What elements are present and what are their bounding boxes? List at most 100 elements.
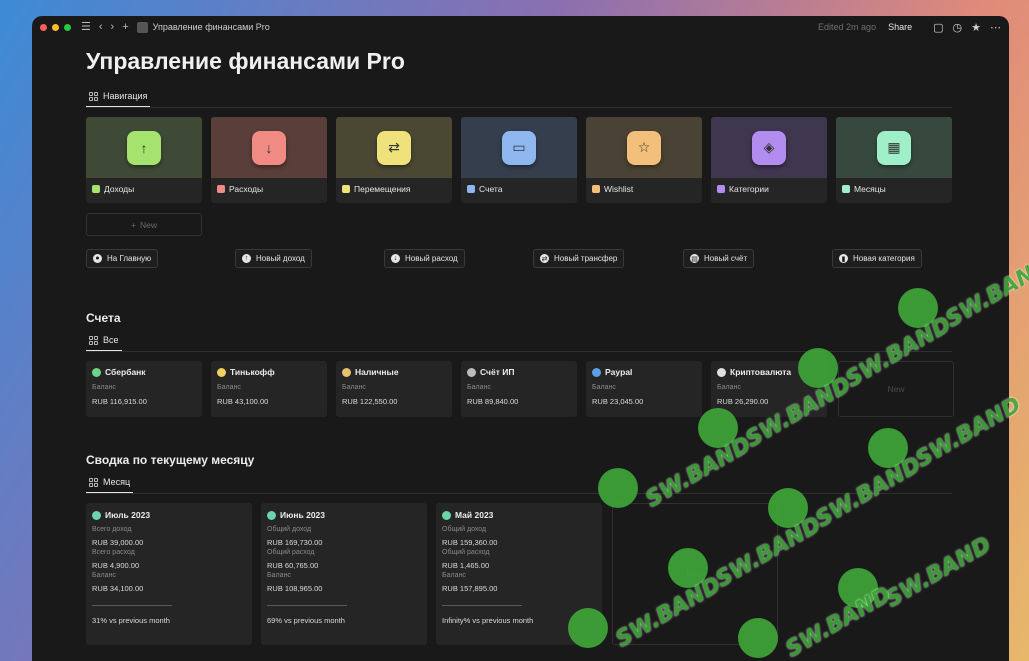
account-card[interactable]: Криптовалюта Баланс RUB 26,290.00: [711, 361, 827, 417]
tab-all-accounts[interactable]: Все: [86, 335, 122, 352]
account-card[interactable]: Счёт ИП Баланс RUB 89,840.00: [461, 361, 577, 417]
window-controls: [40, 23, 71, 31]
nav-card-mini-icon: [592, 185, 600, 193]
account-card[interactable]: Тинькофф Баланс RUB 43,100.00: [211, 361, 327, 417]
wallet-icon: ▤: [690, 254, 699, 263]
new-account-label: New: [887, 384, 905, 394]
nav-card[interactable]: ▦ Месяцы: [836, 117, 952, 203]
action-button-label: Новый трансфер: [554, 254, 618, 263]
expense-value: RUB 1,465.00: [442, 561, 490, 570]
month-card[interactable]: Июнь 2023 Общий доход RUB 169,730.00 Общий …: [261, 503, 427, 645]
account-balance-label: Баланс: [342, 384, 366, 391]
tab-navigation-label: Навигация: [103, 91, 148, 101]
add-page-icon[interactable]: +: [122, 21, 128, 33]
account-name: Сбербанк: [105, 367, 146, 377]
action-button-label: Новый расход: [405, 254, 458, 263]
breadcrumb-page-name[interactable]: Управление финансами Pro: [153, 22, 270, 32]
minimize-window-button[interactable]: [52, 23, 59, 31]
nav-card-cover: ▦: [836, 117, 952, 178]
action-button-label: Новая категория: [853, 254, 915, 263]
nav-card-label-row: Счета: [461, 178, 577, 200]
account-card[interactable]: Наличные Баланс RUB 122,550.00: [336, 361, 452, 417]
income-label: Общий доход: [442, 526, 487, 533]
page-icon: [136, 21, 148, 33]
balance-label: Баланс: [267, 572, 291, 579]
page-title: Управление финансами Pro: [86, 48, 405, 74]
month-name: Июль 2023: [105, 510, 151, 520]
divider: [267, 605, 347, 606]
nav-card-mini-icon: [217, 185, 225, 193]
transfer-icon: ⇄: [540, 254, 549, 263]
month-card[interactable]: Май 2023 Общий доход RUB 159,360.00 Общий р…: [436, 503, 602, 645]
income-value: RUB 159,360.00: [442, 538, 498, 547]
nav-card-label: Перемещения: [354, 184, 411, 194]
forward-arrow-icon[interactable]: ›: [111, 21, 115, 33]
nav-card[interactable]: ↑ Доходы: [86, 117, 202, 203]
account-name-row: Тинькофф: [217, 367, 321, 377]
balance-value: RUB 108,965.00: [267, 584, 323, 593]
account-name-row: Криптовалюта: [717, 367, 821, 377]
action-button-label: Новый доход: [256, 254, 305, 263]
nav-card-label-row: Расходы: [211, 178, 327, 200]
income-label: Всего доход: [92, 526, 132, 533]
new-nav-card-button[interactable]: + New: [86, 213, 202, 236]
balance-value: RUB 157,895.00: [442, 584, 498, 593]
account-card[interactable]: Paypal Баланс RUB 23,045.00: [586, 361, 702, 417]
tab-month[interactable]: Месяц: [86, 477, 134, 494]
nav-card-mini-icon: [467, 185, 475, 193]
income-value: RUB 169,730.00: [267, 538, 323, 547]
account-card[interactable]: Сбербанк Баланс RUB 116,915.00: [86, 361, 202, 417]
nav-card-label-row: Перемещения: [336, 178, 452, 200]
account-icon: [467, 367, 476, 377]
more-options-icon[interactable]: ⋯: [990, 21, 1001, 34]
nav-card[interactable]: ☆ Wishlist: [586, 117, 702, 203]
account-name: Paypal: [605, 367, 633, 377]
nav-card-label-row: Wishlist: [586, 178, 702, 200]
month-name: Июнь 2023: [280, 510, 325, 520]
new-month-card[interactable]: New: [612, 503, 778, 645]
action-button[interactable]: ▮ Новая категория: [832, 249, 922, 268]
action-button[interactable]: ↑ Новый доход: [235, 249, 312, 268]
account-balance-label: Баланс: [717, 384, 741, 391]
divider: [92, 605, 172, 606]
nav-card[interactable]: ▭ Счета: [461, 117, 577, 203]
action-button[interactable]: ● На Главную: [86, 249, 159, 268]
nav-card-label: Месяцы: [854, 184, 886, 194]
action-button[interactable]: ↓ Новый расход: [384, 249, 465, 268]
account-name: Счёт ИП: [480, 367, 515, 377]
close-window-button[interactable]: [40, 23, 47, 31]
account-balance-label: Баланс: [217, 384, 241, 391]
nav-card[interactable]: ↓ Расходы: [211, 117, 327, 203]
maximize-window-button[interactable]: [64, 23, 71, 31]
month-card[interactable]: Июль 2023 Всего доход RUB 39,000.00 Всего р…: [86, 503, 252, 645]
account-name: Тинькофф: [230, 367, 275, 377]
account-icon: [217, 367, 226, 377]
comments-icon[interactable]: ▢: [933, 21, 943, 34]
edited-status: Edited 2m ago: [818, 22, 877, 32]
nav-card-cover: ▭: [461, 117, 577, 178]
divider: [442, 605, 522, 606]
sidebar-menu-icon[interactable]: ☰: [81, 21, 91, 33]
back-arrow-icon[interactable]: ‹: [99, 21, 103, 33]
account-balance-value: RUB 26,290.00: [717, 397, 769, 406]
nav-card[interactable]: ◈ Категории: [711, 117, 827, 203]
tab-navigation[interactable]: Навигация: [86, 91, 151, 108]
nav-card-mini-icon: [717, 185, 725, 193]
action-button[interactable]: ▤ Новый счёт: [683, 249, 755, 268]
nav-card[interactable]: ⇄ Перемещения: [336, 117, 452, 203]
nav-card-icon: ▦: [877, 130, 911, 165]
nav-card-cover: ↑: [86, 117, 202, 178]
new-account-card[interactable]: New: [838, 361, 954, 417]
favorite-star-icon[interactable]: ★: [971, 21, 981, 34]
history-icon[interactable]: ◷: [953, 21, 963, 34]
account-name-row: Счёт ИП: [467, 367, 571, 377]
action-button[interactable]: ⇄ Новый трансфер: [533, 249, 625, 268]
share-button[interactable]: Share: [888, 22, 912, 32]
top-bar: ☰ ‹ › + Управление финансами Pro Edited …: [32, 16, 1009, 38]
account-balance-label: Баланс: [592, 384, 616, 391]
action-button-label: На Главную: [107, 254, 152, 263]
account-balance-value: RUB 23,045.00: [592, 397, 644, 406]
month-name-row: Июль 2023: [92, 510, 246, 520]
plus-icon: +: [131, 219, 136, 230]
account-icon: [717, 367, 726, 377]
